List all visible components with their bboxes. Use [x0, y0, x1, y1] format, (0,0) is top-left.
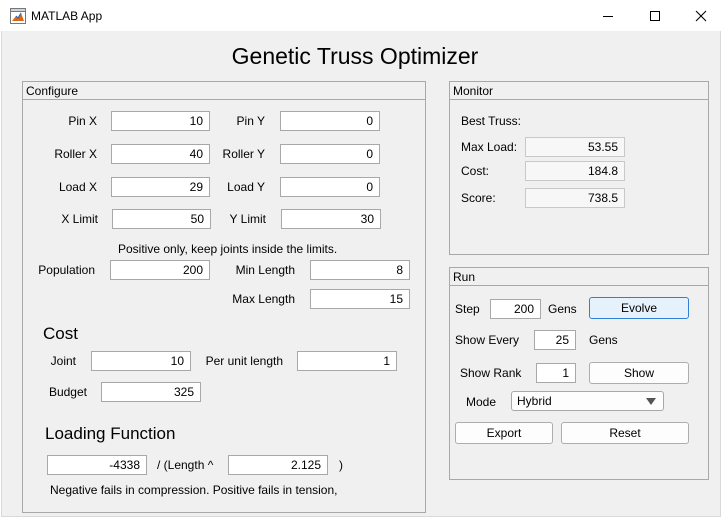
mode-selected-value: Hybrid [517, 394, 552, 408]
step-field[interactable]: 200 [490, 299, 541, 319]
population-label: Population [38, 263, 95, 277]
y-limit-label: Y Limit [229, 212, 266, 226]
min-length-label: Min Length [235, 263, 295, 277]
joint-label: Joint [50, 354, 76, 368]
pin-y-label: Pin Y [236, 114, 265, 128]
per-unit-length-field[interactable]: 1 [297, 351, 397, 371]
max-length-field[interactable]: 15 [310, 289, 410, 309]
app-heading: Genetic Truss Optimizer [231, 43, 479, 69]
loading-exponent-field[interactable]: 2.125 [228, 455, 328, 475]
monitor-panel-title: Monitor [450, 82, 708, 100]
title-bar: MATLAB App [0, 0, 721, 31]
max-length-label: Max Length [232, 292, 295, 306]
per-unit-length-label: Per unit length [205, 354, 283, 368]
show-button[interactable]: Show [589, 362, 689, 384]
budget-field[interactable]: 325 [101, 382, 201, 402]
roller-x-label: Roller X [54, 147, 97, 161]
load-x-label: Load X [58, 180, 97, 194]
load-y-field[interactable]: 0 [280, 177, 380, 197]
window-title: MATLAB App [31, 9, 103, 23]
show-rank-field[interactable]: 1 [536, 363, 576, 383]
run-panel-title: Run [450, 268, 708, 286]
maximize-button[interactable] [632, 0, 678, 31]
show-every-field[interactable]: 25 [534, 330, 576, 350]
close-button[interactable] [678, 0, 721, 31]
loading-coefficient-field[interactable]: -4338 [47, 455, 147, 475]
cost-heading: Cost [43, 324, 78, 343]
mode-label: Mode [466, 395, 497, 409]
matlab-app-icon [10, 8, 26, 24]
pin-x-field[interactable]: 10 [111, 111, 210, 131]
close-icon [695, 10, 707, 21]
cost-value-label: Cost: [461, 164, 490, 178]
score-value: 738.5 [525, 188, 625, 208]
roller-y-label: Roller Y [222, 147, 265, 161]
mode-dropdown[interactable]: Hybrid [511, 391, 664, 411]
reset-button[interactable]: Reset [561, 422, 689, 444]
step-label: Step [455, 302, 480, 316]
cost-value: 184.8 [525, 161, 625, 181]
minimize-button[interactable] [585, 0, 631, 31]
show-every-label: Show Every [455, 333, 520, 347]
export-button[interactable]: Export [455, 422, 553, 444]
joint-field[interactable]: 10 [91, 351, 191, 371]
evolve-button[interactable]: Evolve [589, 297, 689, 319]
limits-hint: Positive only, keep joints inside the li… [118, 242, 338, 256]
load-y-label: Load Y [227, 180, 265, 194]
max-load-value: 53.55 [525, 137, 625, 157]
chevron-down-icon [646, 398, 656, 405]
show-rank-label: Show Rank [460, 366, 522, 380]
configure-panel-title: Configure [23, 82, 425, 100]
step-gens-label: Gens [548, 302, 577, 316]
load-x-field[interactable]: 29 [111, 177, 210, 197]
best-truss-label: Best Truss: [461, 114, 522, 128]
pin-x-label: Pin X [68, 114, 97, 128]
minimize-icon [603, 15, 613, 17]
population-field[interactable]: 200 [110, 260, 210, 280]
show-every-gens-label: Gens [589, 333, 618, 347]
score-label: Score: [461, 191, 496, 205]
length-power-text: / (Length ^ [157, 458, 214, 472]
x-limit-label: X Limit [61, 212, 98, 226]
loading-function-heading: Loading Function [45, 424, 176, 443]
roller-x-field[interactable]: 40 [111, 144, 210, 164]
min-length-field[interactable]: 8 [310, 260, 410, 280]
budget-label: Budget [48, 385, 87, 399]
y-limit-field[interactable]: 30 [281, 209, 381, 229]
pin-y-field[interactable]: 0 [280, 111, 380, 131]
x-limit-field[interactable]: 50 [112, 209, 211, 229]
maximize-icon [650, 10, 660, 21]
max-load-label: Max Load: [461, 140, 518, 154]
close-paren-text: ) [339, 458, 343, 472]
failure-note: Negative fails in compression. Positive … [50, 483, 338, 497]
roller-y-field[interactable]: 0 [280, 144, 380, 164]
